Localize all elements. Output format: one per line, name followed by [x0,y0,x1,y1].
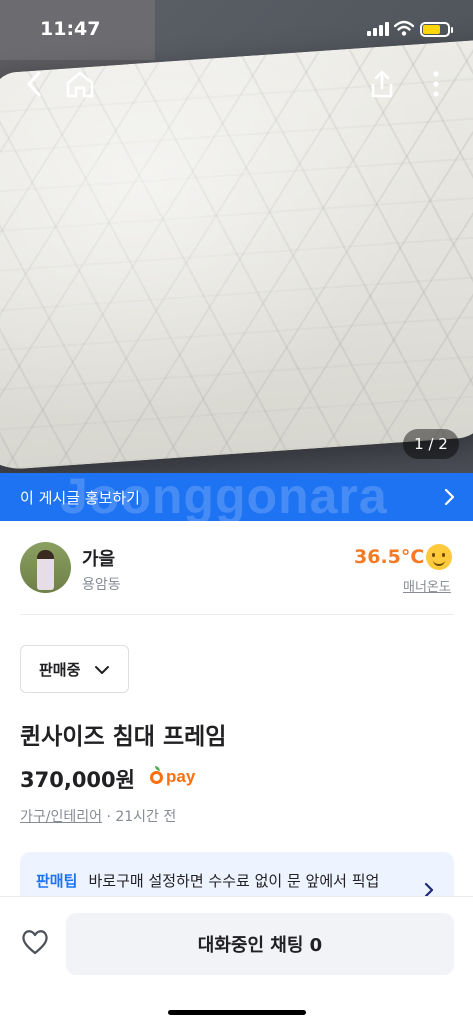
promote-post-banner[interactable]: Joonggonara 이 게시글 홍보하기 [0,473,473,521]
seller-profile[interactable]: 가을 용암동 36.5°C 매너온도 [0,521,473,614]
back-button[interactable] [14,64,54,104]
listing-meta: 가구/인테리어 · 21시간 전 [20,806,176,826]
seller-name: 가을 [82,549,116,570]
tip-text: 바로구매 설정하면 수수료 없이 문 앞에서 픽업 [88,872,380,890]
bottom-action-bar: 대화중인 채팅 0 [0,896,473,1024]
share-icon [371,70,393,98]
status-bar: 11:47 [0,0,473,62]
more-button[interactable] [416,64,456,104]
heart-icon [22,930,48,955]
chevron-right-icon [444,488,455,506]
sale-status-value: 판매중 [39,660,81,679]
chat-button[interactable]: 대화중인 채팅 0 [66,913,454,975]
more-icon [433,71,439,97]
meta-separator: · [102,809,116,825]
smile-face-icon [426,544,452,570]
wifi-icon [394,20,414,36]
seller-location: 용암동 [82,577,121,593]
back-icon [27,71,41,97]
divider [20,614,453,615]
chevron-down-icon [95,666,109,674]
battery-icon [420,22,453,37]
posted-time: 21시간 전 [115,809,177,825]
pay-logo-icon [150,765,163,784]
status-time: 11:47 [40,18,101,40]
home-icon [66,71,94,98]
tip-label: 판매팁 [36,872,78,890]
manner-temperature-link[interactable]: 매너온도 [403,576,451,595]
home-indicator [168,1010,306,1015]
pay-badge: pay [150,765,195,789]
listing-price: 370,000원 [20,768,135,792]
cellular-signal-icon [367,22,389,36]
listing-title: 퀸사이즈 침대 프레임 [20,724,227,750]
seller-avatar[interactable] [20,542,71,593]
photo-page-indicator: 1 / 2 [403,429,459,459]
category-link[interactable]: 가구/인테리어 [20,809,102,825]
manner-temperature: 36.5°C [354,546,425,568]
like-button[interactable] [20,927,50,957]
share-button[interactable] [362,64,402,104]
pay-label: pay [166,767,196,786]
home-button[interactable] [60,64,100,104]
promote-post-label: 이 게시글 홍보하기 [20,488,140,507]
sale-status-dropdown[interactable]: 판매중 [20,645,129,693]
